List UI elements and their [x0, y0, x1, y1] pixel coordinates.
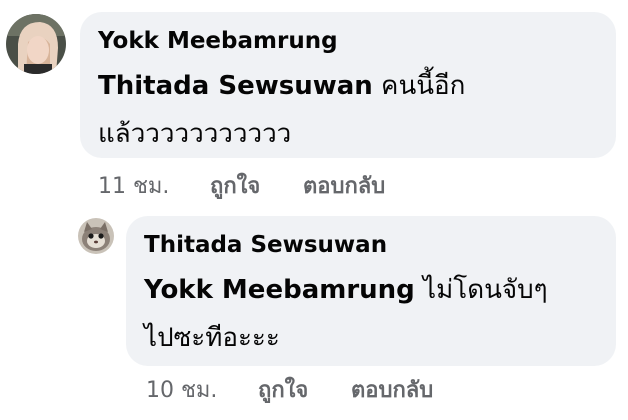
- comment-actions: 10 ชม. ถูกใจ ตอบกลับ: [146, 372, 546, 403]
- profile-photo-icon: [6, 14, 66, 74]
- mention-link[interactable]: Yokk Meebamrung: [144, 275, 415, 305]
- avatar[interactable]: [78, 218, 114, 254]
- comment-timestamp[interactable]: 11 ชม.: [98, 168, 169, 203]
- comment-author[interactable]: Thitada Sewsuwan: [144, 232, 387, 258]
- comment-line-1: Thitada Sewsuwan คนนี้อีก: [98, 62, 598, 110]
- comment-text-line-1: คนนี้อีก: [372, 71, 466, 101]
- comment-actions: 11 ชม. ถูกใจ ตอบกลับ: [98, 168, 498, 199]
- comment-text-line-1: ไม่โดนจับๆ: [414, 275, 548, 305]
- comment-text: Yokk Meebamrung ไม่โดนจับๆ ไปซะทีอะะะ: [144, 266, 604, 362]
- comment-author[interactable]: Yokk Meebamrung: [98, 28, 338, 54]
- avatar[interactable]: [6, 14, 66, 74]
- mention-link[interactable]: Thitada Sewsuwan: [98, 71, 373, 101]
- reply-button[interactable]: ตอบกลับ: [351, 372, 433, 407]
- comment-text-line-2: แล้ววววววววววว: [98, 119, 292, 149]
- reply-comment: Thitada Sewsuwan Yokk Meebamrung ไม่โดนจ…: [0, 210, 628, 420]
- comment: Yokk Meebamrung Thitada Sewsuwan คนนี้อี…: [0, 0, 628, 210]
- cat-avatar-icon: [78, 218, 114, 254]
- comment-text-line-2: ไปซะทีอะะะ: [144, 323, 280, 353]
- comment-text: Thitada Sewsuwan คนนี้อีก แล้ววววววววววว: [98, 62, 598, 158]
- like-button[interactable]: ถูกใจ: [258, 372, 308, 407]
- reply-button[interactable]: ตอบกลับ: [303, 168, 385, 203]
- comment-timestamp[interactable]: 10 ชม.: [146, 372, 217, 407]
- comment-line-1: Yokk Meebamrung ไม่โดนจับๆ: [144, 266, 604, 314]
- like-button[interactable]: ถูกใจ: [210, 168, 260, 203]
